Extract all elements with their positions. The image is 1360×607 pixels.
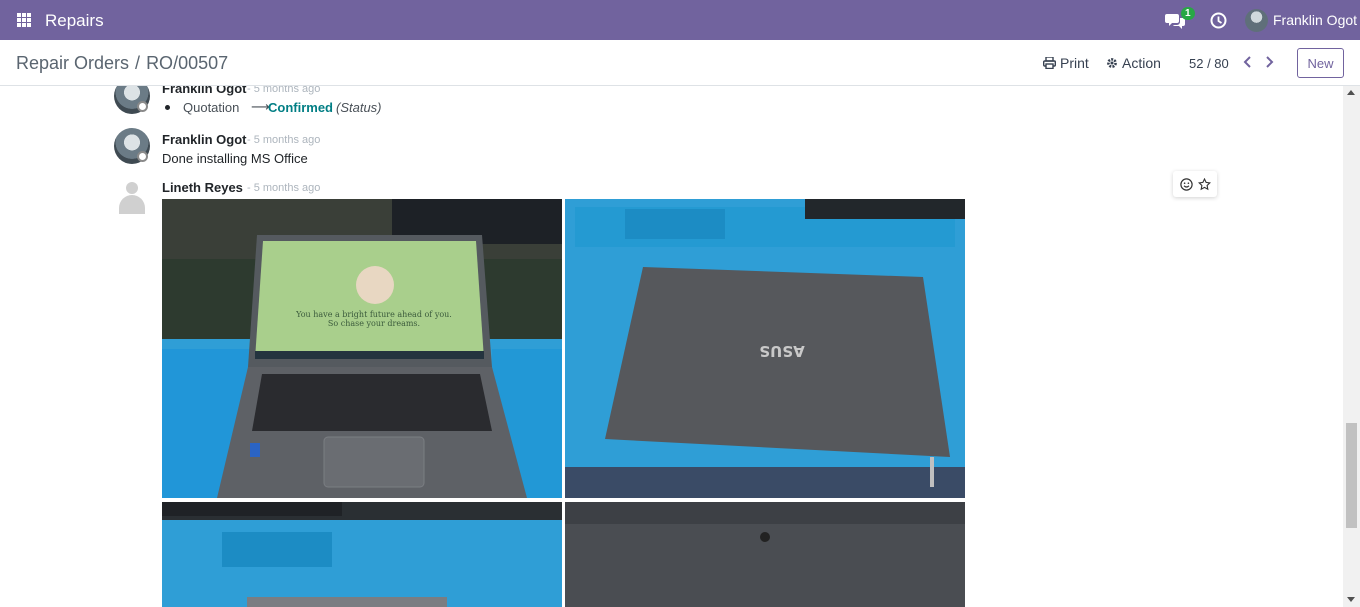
scroll-down-arrow-icon[interactable]	[1347, 597, 1355, 602]
breadcrumb: Repair Orders / RO/00507	[16, 53, 228, 74]
attachment-image[interactable]: ASUS	[565, 199, 965, 498]
breadcrumb-separator: /	[135, 53, 141, 73]
scroll-up-arrow-icon[interactable]	[1347, 90, 1355, 95]
app-name-link[interactable]: Repairs	[45, 11, 104, 31]
message-author[interactable]: Franklin Ogot	[162, 132, 247, 147]
print-button[interactable]: Print	[1043, 55, 1089, 71]
presence-indicator	[137, 101, 148, 112]
author-avatar-placeholder[interactable]	[114, 178, 150, 214]
print-icon	[1043, 57, 1056, 69]
action-label: Action	[1122, 55, 1161, 71]
activities-clock-icon[interactable]	[1210, 12, 1227, 29]
action-button[interactable]: Action	[1106, 55, 1161, 71]
chevron-right-icon	[1266, 56, 1274, 68]
message-author[interactable]: Lineth Reyes	[162, 180, 243, 195]
message-date: - 5 months ago	[247, 182, 321, 194]
tracking-new-value: Confirmed	[268, 100, 333, 115]
pager-previous-button[interactable]	[1241, 54, 1255, 70]
gear-icon	[1107, 58, 1117, 68]
tracking-arrow: ⟶	[251, 99, 270, 114]
tracking-field-name: (Status)	[336, 100, 382, 115]
message-date: - 5 months ago	[247, 86, 321, 95]
message-author[interactable]: Franklin Ogot	[162, 86, 247, 96]
tracking-bullet	[165, 105, 170, 110]
wallpaper-text-line-2: So chase your dreams.	[328, 319, 420, 328]
print-label: Print	[1060, 55, 1089, 71]
chatter-thread: Franklin Ogot - 5 months ago Quotation ⟶…	[0, 86, 1343, 607]
vertical-scrollbar[interactable]	[1343, 86, 1360, 607]
message-date: - 5 months ago	[247, 134, 321, 146]
star-icon[interactable]	[1197, 177, 1211, 191]
message-body: Done installing MS Office	[162, 151, 308, 166]
new-record-button[interactable]: New	[1297, 48, 1344, 78]
apps-menu-icon[interactable]	[17, 13, 31, 27]
emoji-reaction-icon[interactable]	[1179, 177, 1193, 191]
tracking-old-value: Quotation	[183, 100, 240, 115]
attachment-image[interactable]	[565, 502, 965, 607]
messages-count-badge: 1	[1181, 7, 1195, 20]
user-menu-name[interactable]: Franklin Ogot	[1273, 12, 1357, 28]
breadcrumb-current: RO/00507	[146, 53, 229, 73]
laptop-logo-text: ASUS	[759, 342, 804, 360]
attachment-image[interactable]	[162, 502, 562, 607]
attachment-image[interactable]: You have a bright future ahead of you. S…	[162, 199, 562, 498]
control-panel: Repair Orders / RO/00507 Print Action 52 /…	[0, 40, 1360, 86]
breadcrumb-parent-link[interactable]: Repair Orders	[16, 53, 129, 73]
user-avatar[interactable]	[1245, 9, 1268, 32]
pager-value[interactable]: 52 / 80	[1189, 56, 1229, 71]
top-navbar: Repairs 1 Franklin Ogot	[0, 0, 1360, 40]
presence-indicator	[137, 151, 148, 162]
chevron-left-icon	[1243, 56, 1251, 68]
scrollbar-thumb[interactable]	[1346, 423, 1357, 528]
wallpaper-text-line-1: You have a bright future ahead of you.	[295, 310, 452, 319]
pager-next-button[interactable]	[1262, 54, 1276, 70]
message-actions	[1173, 171, 1217, 197]
